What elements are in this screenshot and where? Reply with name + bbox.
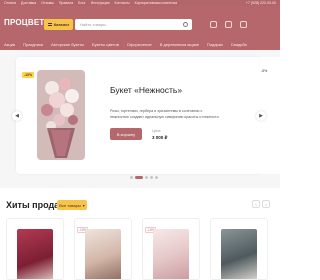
- user-icon[interactable]: [210, 21, 217, 28]
- menu-item-decoration[interactable]: Оформление: [127, 42, 152, 47]
- menu-item-flower-bouquets[interactable]: Букеты цветов: [92, 42, 119, 47]
- top-link-blog[interactable]: Блог: [78, 1, 86, 5]
- product-card[interactable]: [210, 218, 268, 280]
- next-slide-badge: -5%: [260, 69, 269, 73]
- menu-item-wooden-box[interactable]: В деревянном ящике: [160, 42, 199, 47]
- slider-pagination: [130, 176, 158, 179]
- product-image[interactable]: [17, 229, 53, 279]
- slider-dot[interactable]: [150, 176, 153, 179]
- product-card[interactable]: -10%: [74, 218, 132, 280]
- catalog-label: Каталог: [53, 22, 70, 27]
- product-card[interactable]: -10%: [142, 218, 200, 280]
- bestsellers-filter-select[interactable]: Все товары ▾: [57, 200, 87, 210]
- top-link-reviews[interactable]: Отзывы: [41, 1, 54, 5]
- chevron-down-icon: ▾: [82, 202, 85, 208]
- site-header: ПРОЦВЕТЫ Каталог Найти товары: [0, 6, 280, 42]
- top-link-corporate[interactable]: Корпоративным клиентам: [135, 1, 177, 5]
- bestsellers-prev-button[interactable]: ‹: [252, 200, 260, 208]
- menu-item-wedding[interactable]: Свадьба: [231, 42, 247, 47]
- heart-icon[interactable]: [225, 21, 232, 28]
- menu-item-holidays[interactable]: Праздники: [23, 42, 43, 47]
- top-link-contacts[interactable]: Контакты: [115, 1, 130, 5]
- menu-item-author-bouquets[interactable]: Авторские букеты: [51, 42, 84, 47]
- cart-icon[interactable]: [240, 21, 247, 28]
- search-icon[interactable]: [183, 22, 188, 27]
- bestsellers-filter-label: Все товары: [59, 202, 81, 208]
- add-to-cart-label: В корзину: [116, 131, 136, 137]
- phone-number[interactable]: +7 (928) 222-00-00: [246, 1, 276, 5]
- product-image[interactable]: [85, 229, 121, 279]
- slider-prev-button[interactable]: ◀: [12, 111, 22, 121]
- top-link-delivery[interactable]: Доставка: [21, 1, 36, 5]
- product-image[interactable]: [153, 229, 189, 279]
- chevron-right-icon: ▶: [259, 112, 263, 119]
- product-card[interactable]: [6, 218, 64, 280]
- slider-dot[interactable]: [130, 176, 133, 179]
- header-icons: [210, 21, 247, 28]
- slider-dot-active[interactable]: [135, 176, 143, 179]
- bouquet-image[interactable]: [37, 70, 85, 160]
- bestsellers-next-button[interactable]: ›: [262, 200, 270, 208]
- slide-title: Букет «Нежность»: [110, 85, 183, 95]
- bestsellers-nav: ‹ ›: [252, 200, 270, 208]
- category-menu: Акции Праздники Авторские букеты Букеты …: [0, 42, 280, 50]
- top-link-payment[interactable]: Оплата: [4, 1, 16, 5]
- discount-badge: -10%: [22, 72, 35, 78]
- search-input[interactable]: Найти товары: [75, 19, 192, 30]
- menu-item-gifts[interactable]: Подарки: [207, 42, 223, 47]
- product-image[interactable]: [221, 229, 257, 279]
- slider-dot[interactable]: [145, 176, 148, 179]
- menu-icon: [47, 23, 52, 26]
- add-to-cart-button[interactable]: В корзину: [110, 128, 142, 140]
- chevron-left-icon: ◀: [15, 112, 19, 119]
- slider-dot[interactable]: [155, 176, 158, 179]
- menu-item-sales[interactable]: Акции: [4, 42, 15, 47]
- top-link-rules[interactable]: Правила: [59, 1, 73, 5]
- slide-description: Розы, гортензии, гербера и хризантемы в …: [110, 109, 219, 119]
- price-label: Цена: [152, 129, 161, 133]
- price-value: 3 000 ₽: [152, 135, 168, 140]
- search-placeholder: Найти товары: [80, 22, 106, 27]
- top-link-instructions[interactable]: Инструкция: [91, 1, 110, 5]
- slider-next-button[interactable]: ▶: [256, 111, 266, 121]
- top-nav-links: Оплата Доставка Отзывы Правила Блог Инст…: [4, 1, 177, 5]
- catalog-button[interactable]: Каталог: [44, 19, 73, 30]
